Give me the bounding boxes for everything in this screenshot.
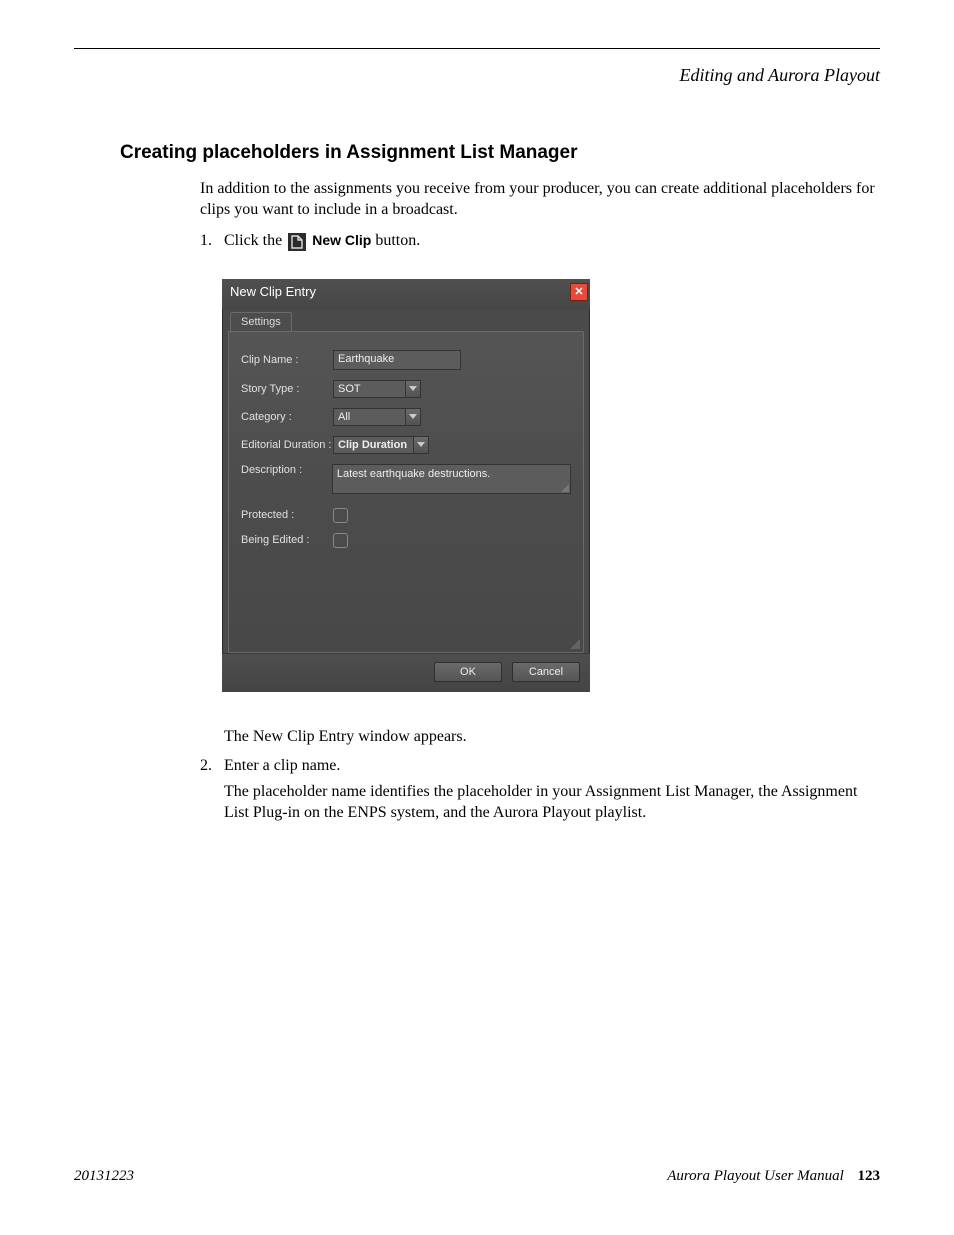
step-number: 1. [200, 232, 224, 250]
description-input[interactable]: Latest earthquake destructions. [332, 464, 571, 494]
tab-settings[interactable]: Settings [230, 312, 292, 331]
chevron-down-icon [405, 409, 420, 425]
category-value: All [334, 409, 405, 425]
close-button[interactable]: ✕ [570, 283, 588, 301]
close-icon: ✕ [574, 285, 583, 298]
new-clip-label: New Clip [312, 232, 371, 248]
footer-page: 123 [858, 1168, 881, 1184]
page-footer: 20131223 Aurora Playout User Manual 123 [74, 1168, 880, 1185]
being-edited-checkbox[interactable] [333, 533, 348, 548]
intro-paragraph: In addition to the assignments you recei… [200, 178, 880, 220]
cancel-button[interactable]: Cancel [512, 662, 580, 682]
step-number: 2. [200, 757, 224, 775]
chevron-down-icon [413, 437, 428, 453]
label-clip-name: Clip Name : [241, 354, 333, 366]
step-1-text-pre: Click the [224, 232, 286, 249]
step-1-result: The New Clip Entry window appears. [224, 726, 880, 747]
step-2-text: Enter a clip name. [224, 757, 880, 775]
story-type-value: SOT [334, 381, 405, 397]
step-2-detail: The placeholder name identifies the plac… [224, 781, 880, 823]
label-category: Category : [241, 411, 333, 423]
cancel-label: Cancel [529, 666, 563, 678]
story-type-select[interactable]: SOT [333, 380, 421, 398]
editorial-duration-value: Clip Duration [334, 437, 413, 453]
ok-label: OK [460, 666, 476, 678]
description-value: Latest earthquake destructions. [337, 468, 490, 480]
label-protected: Protected : [241, 509, 333, 521]
section-header: Editing and Aurora Playout [74, 65, 880, 86]
editorial-duration-select[interactable]: Clip Duration [333, 436, 429, 454]
new-clip-icon [288, 233, 306, 251]
category-select[interactable]: All [333, 408, 421, 426]
step-2: 2. Enter a clip name. [200, 757, 880, 775]
label-being-edited: Being Edited : [241, 534, 333, 546]
clip-name-value: Earthquake [338, 353, 394, 365]
new-clip-entry-dialog: New Clip Entry ✕ Settings Clip Name : Ea… [222, 279, 590, 692]
dialog-title: New Clip Entry [230, 284, 316, 299]
chevron-down-icon [405, 381, 420, 397]
footer-date: 20131223 [74, 1168, 134, 1185]
label-editorial-duration: Editorial Duration : [241, 439, 333, 451]
footer-book: Aurora Playout User Manual [667, 1168, 844, 1184]
header-rule [74, 48, 880, 49]
step-1-text-post: button. [375, 232, 420, 249]
label-story-type: Story Type : [241, 383, 333, 395]
ok-button[interactable]: OK [434, 662, 502, 682]
resize-handle-icon[interactable] [570, 639, 580, 649]
page-heading: Creating placeholders in Assignment List… [120, 142, 880, 164]
step-1: 1. Click the New Clip button. [200, 232, 880, 250]
tab-label: Settings [241, 316, 281, 328]
clip-name-input[interactable]: Earthquake [333, 350, 461, 370]
protected-checkbox[interactable] [333, 508, 348, 523]
label-description: Description : [241, 464, 332, 476]
